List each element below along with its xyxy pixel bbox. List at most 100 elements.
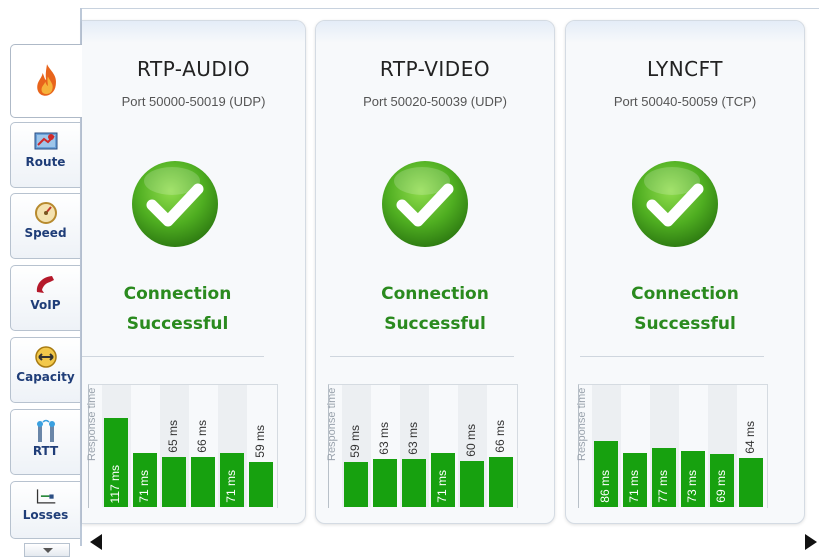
scroll-right-arrow-icon[interactable]: [805, 534, 817, 550]
chart-bar: [249, 462, 273, 507]
flame-icon: [37, 64, 57, 96]
card-port: Port 50040-50059 (TCP): [613, 94, 757, 109]
port-card: RTP-AUDIO Port 50000-50019 (UDP) Connect…: [82, 20, 306, 524]
tab-speed[interactable]: Speed: [10, 193, 80, 259]
tab-speed-label: Speed: [24, 226, 67, 240]
card-divider: [82, 356, 264, 357]
card-header-band: [316, 21, 554, 43]
card-port: Port 50000-50019 (UDP): [121, 94, 266, 109]
chart-bar-label: 117 ms: [108, 464, 122, 503]
loss-graph-icon: [36, 489, 55, 504]
card-title: RTP-AUDIO: [137, 57, 250, 81]
tab-rtt-label: RTT: [32, 444, 59, 458]
chart-column: 63 ms: [371, 385, 400, 507]
chart-column: 69 ms: [708, 385, 737, 507]
chart-column: 59 ms: [247, 385, 276, 507]
chart-column: 66 ms: [487, 385, 516, 507]
card-port: Port 50020-50039 (UDP): [363, 94, 507, 109]
tab-voip[interactable]: VoIP: [10, 265, 80, 331]
success-check-icon: [632, 161, 718, 247]
chart-column: 63 ms: [400, 385, 429, 507]
chart-bar: [402, 459, 426, 507]
tab-capacity-label: Capacity: [16, 370, 75, 384]
chart-column: 86 ms: [592, 385, 621, 507]
card-title: LYNCFT: [647, 57, 723, 81]
chart-y-label: Response time: [86, 388, 98, 462]
scroll-left-arrow-icon[interactable]: [90, 534, 102, 550]
tab-home[interactable]: [10, 44, 82, 118]
chart-bar: [489, 457, 513, 507]
chart-column: 71 ms: [131, 385, 160, 507]
card-header-band: [82, 21, 305, 43]
chart-bar: [191, 457, 215, 507]
phone-handset-icon: [36, 276, 54, 293]
chart-bar-label: 65 ms: [166, 420, 180, 453]
double-arrow-icon: [34, 346, 57, 368]
chart-bar: [739, 458, 763, 507]
chart-column: 77 ms: [650, 385, 679, 507]
card-header-band: [566, 21, 804, 43]
card-divider: [580, 356, 764, 357]
chart-bar: [373, 459, 397, 507]
chart-bar-label: 71 ms: [435, 470, 449, 503]
status-text-line1: Connection: [631, 284, 739, 304]
card-title: RTP-VIDEO: [379, 57, 491, 81]
sidebar: Route Speed VoIP Capacity RTT Losses: [0, 0, 82, 558]
port-card: LYNCFT Port 50040-50059 (TCP) Connection…: [565, 20, 805, 524]
chart-bar-label: 64 ms: [743, 421, 757, 454]
status-text-line1: Connection: [123, 284, 232, 304]
chart-bar-label: 71 ms: [137, 470, 151, 503]
status-text-line2: Successful: [126, 314, 229, 334]
chart-bar-label: 69 ms: [714, 470, 728, 503]
success-check-icon: [382, 161, 468, 247]
chart-bar: [162, 457, 186, 507]
chart-column: 71 ms: [218, 385, 247, 507]
status-text-line2: Successful: [634, 314, 736, 334]
chart-column: 64 ms: [737, 385, 766, 507]
tab-route-label: Route: [25, 155, 66, 169]
status-text-line1: Connection: [381, 284, 489, 304]
chart-bar-label: 66 ms: [493, 420, 507, 453]
chart-y-label: Response time: [326, 388, 338, 462]
chart-column: 59 ms: [342, 385, 371, 507]
response-time-chart: Response time 86 ms 71 ms 77 ms 73 ms 69 ms 64…: [576, 384, 768, 508]
chart-bar-label: 63 ms: [406, 422, 420, 455]
chart-bar-label: 59 ms: [348, 425, 362, 458]
port-card: RTP-VIDEO Port 50020-50039 (UDP) Connect…: [315, 20, 555, 524]
sidebar-scroll-down-button[interactable]: [24, 543, 70, 557]
chart-column: 73 ms: [679, 385, 708, 507]
chart-bar-label: 59 ms: [253, 425, 267, 458]
chart-column: 117 ms: [102, 385, 131, 507]
chart-column: 65 ms: [160, 385, 189, 507]
tab-rtt[interactable]: RTT: [10, 409, 80, 475]
top-divider: [82, 8, 819, 9]
response-time-chart: Response time 59 ms 63 ms 63 ms 71 ms 60 ms 66…: [326, 384, 518, 508]
chart-bar-label: 63 ms: [377, 422, 391, 455]
tab-losses[interactable]: Losses: [10, 481, 80, 539]
tab-voip-label: VoIP: [30, 298, 61, 312]
chart-bar-label: 71 ms: [627, 470, 641, 503]
chart-column: 71 ms: [429, 385, 458, 507]
chart-bar: [460, 461, 484, 507]
chart-bar-label: 73 ms: [685, 470, 699, 503]
route-map-icon: [34, 132, 57, 150]
card-divider: [330, 356, 514, 357]
chart-bar-label: 86 ms: [598, 470, 612, 503]
tab-capacity[interactable]: Capacity: [10, 337, 80, 403]
response-time-chart: Response time 117 ms 71 ms 65 ms 66 ms 71 ms 5…: [86, 384, 278, 508]
tab-route[interactable]: Route: [10, 122, 80, 188]
status-text-line2: Successful: [384, 314, 486, 334]
tab-losses-label: Losses: [22, 508, 69, 522]
chart-bar-label: 77 ms: [656, 470, 670, 503]
chart-column: 71 ms: [621, 385, 650, 507]
chart-y-label: Response time: [576, 388, 588, 462]
chart-bar-label: 60 ms: [464, 424, 478, 457]
chart-bar-label: 71 ms: [224, 470, 238, 503]
success-check-icon: [132, 161, 218, 247]
antennas-icon: [36, 419, 55, 442]
chart-column: 60 ms: [458, 385, 487, 507]
chart-bar-label: 66 ms: [195, 420, 209, 453]
speedometer-icon: [34, 202, 57, 224]
chart-bar: [344, 462, 368, 507]
chart-column: 66 ms: [189, 385, 218, 507]
